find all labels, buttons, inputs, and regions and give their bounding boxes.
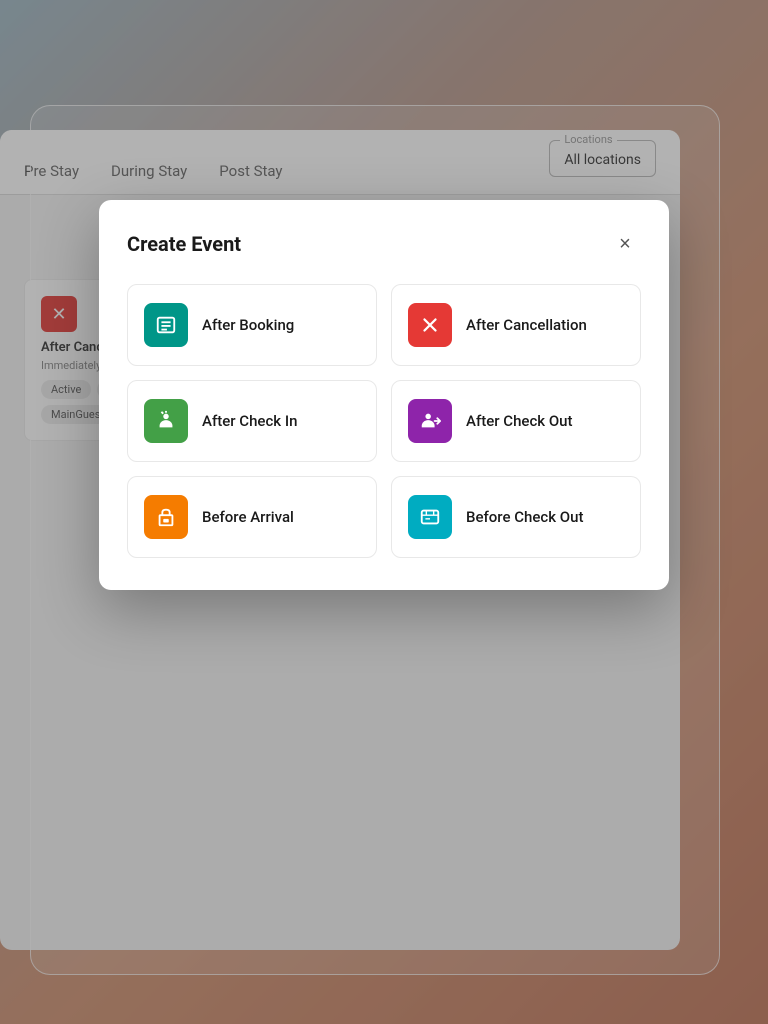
event-options-grid: After Booking After Cancellation: [127, 284, 641, 558]
after-check-in-icon: [144, 399, 188, 443]
event-option-after-check-in[interactable]: After Check In: [127, 380, 377, 462]
after-booking-icon: [144, 303, 188, 347]
event-option-before-check-out[interactable]: Before Check Out: [391, 476, 641, 558]
before-arrival-icon: [144, 495, 188, 539]
after-check-out-label: After Check Out: [466, 412, 573, 430]
event-option-before-arrival[interactable]: Before Arrival: [127, 476, 377, 558]
after-check-in-label: After Check In: [202, 412, 297, 430]
create-event-modal: Create Event × After Booking: [99, 200, 669, 590]
event-option-after-cancellation[interactable]: After Cancellation: [391, 284, 641, 366]
before-check-out-icon: [408, 495, 452, 539]
before-arrival-label: Before Arrival: [202, 508, 294, 526]
after-cancellation-label: After Cancellation: [466, 316, 587, 334]
modal-close-button[interactable]: ×: [609, 228, 641, 260]
after-check-out-icon: [408, 399, 452, 443]
modal-title: Create Event: [127, 232, 241, 256]
after-cancellation-icon: [408, 303, 452, 347]
before-check-out-label: Before Check Out: [466, 508, 583, 526]
event-option-after-booking[interactable]: After Booking: [127, 284, 377, 366]
modal-overlay: Create Event × After Booking: [0, 0, 768, 1024]
after-booking-label: After Booking: [202, 316, 294, 334]
event-option-after-check-out[interactable]: After Check Out: [391, 380, 641, 462]
modal-header: Create Event ×: [127, 228, 641, 260]
